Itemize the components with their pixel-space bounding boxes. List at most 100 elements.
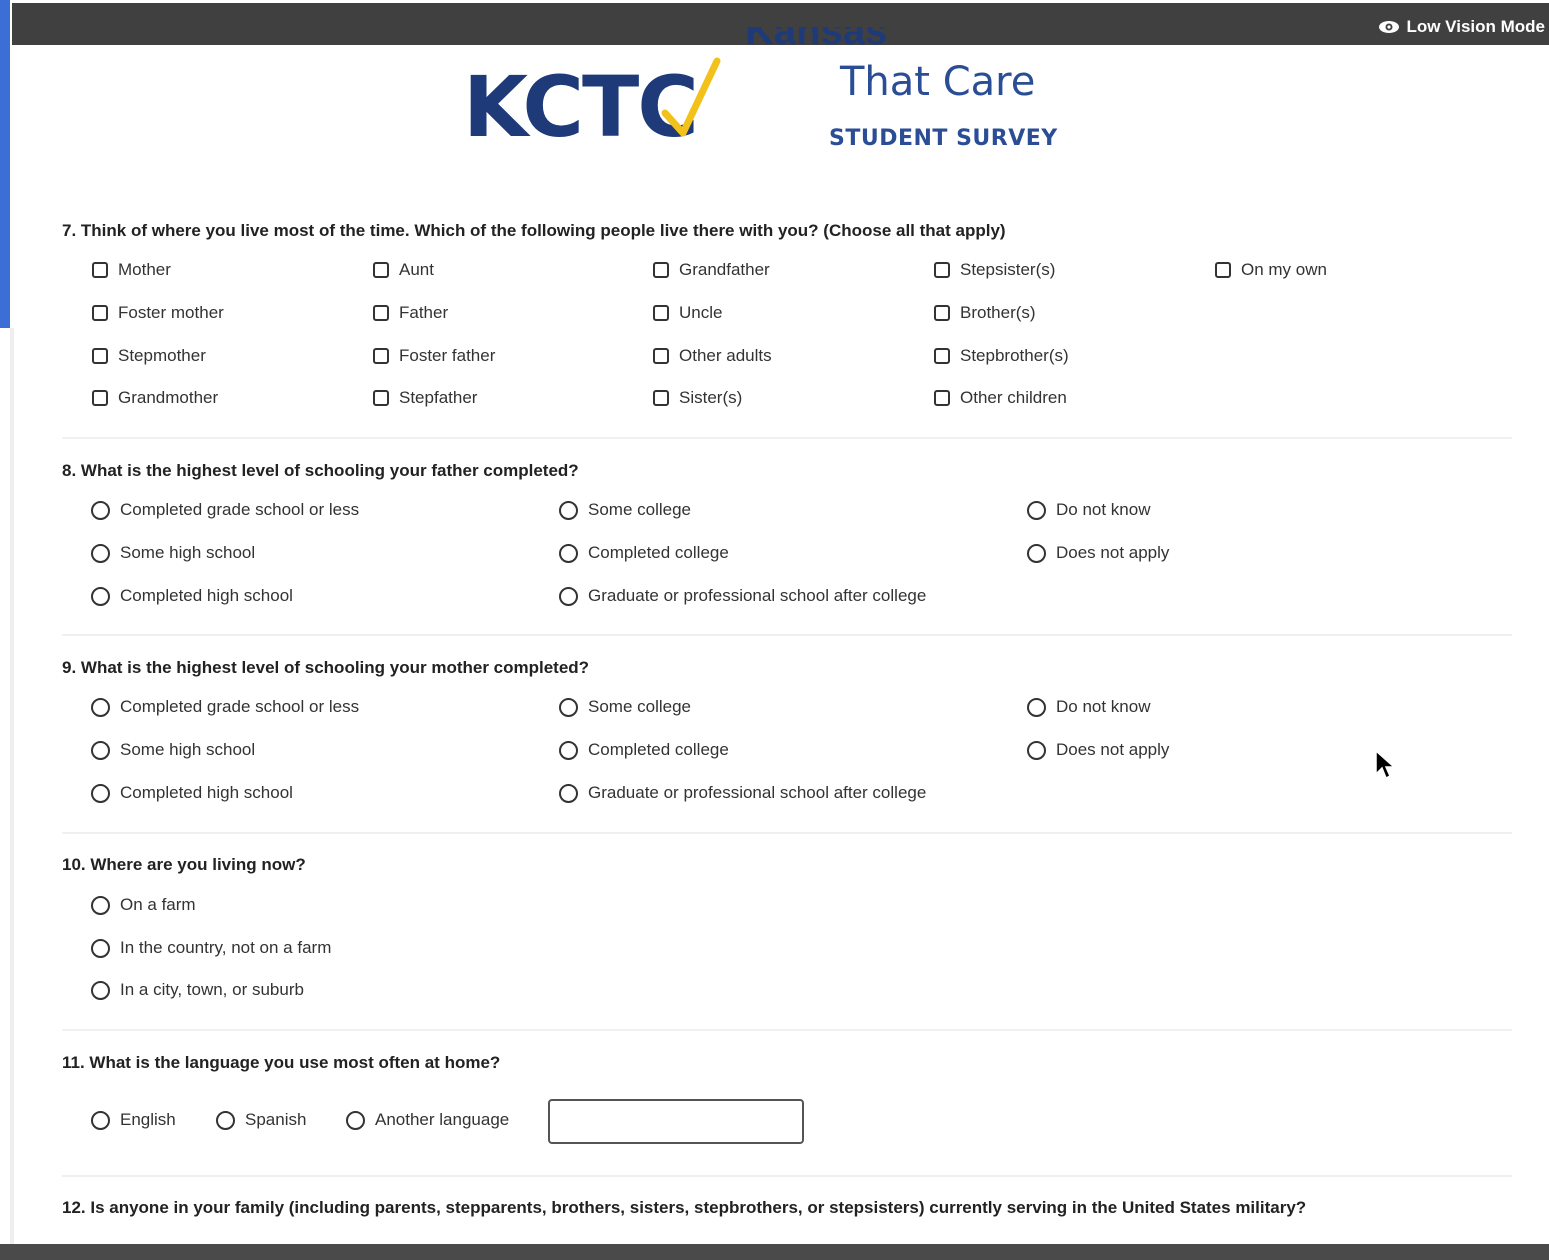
radio-button[interactable]: [91, 740, 110, 760]
checkbox[interactable]: [373, 390, 389, 406]
q12-title: 12. Is anyone in your family (including …: [62, 1198, 1307, 1217]
option-label: Other children: [960, 388, 1067, 407]
radio-button[interactable]: [91, 586, 110, 606]
divider: [62, 634, 1512, 636]
checkbox[interactable]: [373, 262, 389, 278]
left-rail: [10, 328, 14, 1260]
checkbox[interactable]: [373, 348, 389, 364]
q7-option-other-children[interactable]: Other children: [934, 388, 1067, 408]
checkbox[interactable]: [934, 348, 950, 364]
option-label: Does not apply: [1056, 740, 1170, 759]
q10-option-country[interactable]: In the country, not on a farm: [91, 938, 331, 958]
checkbox[interactable]: [653, 262, 669, 278]
checkbox[interactable]: [653, 305, 669, 321]
option-label: Do not know: [1056, 500, 1151, 519]
checkbox[interactable]: [934, 305, 950, 321]
q9-option-some-college[interactable]: Some college: [559, 697, 691, 717]
radio-button[interactable]: [91, 1110, 110, 1130]
q11-other-language-input[interactable]: [548, 1099, 804, 1144]
divider: [62, 1175, 1512, 1177]
q7-option-mother[interactable]: Mother: [92, 260, 171, 280]
radio-button[interactable]: [1027, 697, 1046, 717]
q8-option-does-not-apply[interactable]: Does not apply: [1027, 543, 1169, 563]
q7-option-brothers[interactable]: Brother(s): [934, 303, 1036, 323]
q7-option-stepsisters[interactable]: Stepsister(s): [934, 260, 1055, 280]
checkbox[interactable]: [1215, 262, 1231, 278]
radio-button[interactable]: [91, 938, 110, 958]
checkbox[interactable]: [92, 305, 108, 321]
option-label: Aunt: [399, 260, 434, 279]
q7-option-grandfather[interactable]: Grandfather: [653, 260, 770, 280]
q7-option-foster-mother[interactable]: Foster mother: [92, 303, 224, 323]
q9-option-completed-high-school[interactable]: Completed high school: [91, 783, 293, 803]
radio-button[interactable]: [559, 500, 578, 520]
radio-button[interactable]: [91, 500, 110, 520]
q11-option-english[interactable]: English: [91, 1110, 176, 1130]
low-vision-mode-button[interactable]: Low Vision Mode: [1378, 17, 1545, 37]
checkbox[interactable]: [934, 262, 950, 278]
q8-option-completed-high-school[interactable]: Completed high school: [91, 586, 293, 606]
radio-button[interactable]: [559, 543, 578, 563]
option-label: Some college: [588, 500, 692, 519]
radio-button[interactable]: [216, 1110, 235, 1130]
checkbox[interactable]: [373, 305, 389, 321]
q7-option-stepmother[interactable]: Stepmother: [92, 346, 206, 366]
q7-option-foster-father[interactable]: Foster father: [373, 346, 495, 366]
q9-option-some-high-school[interactable]: Some high school: [91, 740, 255, 760]
checkbox[interactable]: [653, 390, 669, 406]
checkbox[interactable]: [653, 348, 669, 364]
q7-option-stepfather[interactable]: Stepfather: [373, 388, 477, 408]
q7-option-uncle[interactable]: Uncle: [653, 303, 722, 323]
q9-option-completed-college[interactable]: Completed college: [559, 740, 729, 760]
radio-button[interactable]: [559, 783, 578, 803]
q7-option-grandmother[interactable]: Grandmother: [92, 388, 218, 408]
q8-option-some-high-school[interactable]: Some high school: [91, 543, 255, 563]
radio-button[interactable]: [559, 586, 578, 606]
q8-option-do-not-know[interactable]: Do not know: [1027, 500, 1151, 520]
option-label: Completed grade school or less: [120, 500, 360, 519]
radio-button[interactable]: [559, 740, 578, 760]
radio-button[interactable]: [346, 1110, 365, 1130]
q9-option-do-not-know[interactable]: Do not know: [1027, 697, 1151, 717]
q7-option-other-adults[interactable]: Other adults: [653, 346, 772, 366]
left-accent-bar: [0, 0, 10, 328]
q7-option-stepbrothers[interactable]: Stepbrother(s): [934, 346, 1069, 366]
q9-option-does-not-apply[interactable]: Does not apply: [1027, 740, 1169, 760]
q9-option-graduate-school[interactable]: Graduate or professional school after co…: [559, 783, 926, 803]
q7-option-aunt[interactable]: Aunt: [373, 260, 434, 280]
q8-option-some-college[interactable]: Some college: [559, 500, 691, 520]
radio-button[interactable]: [91, 980, 110, 1000]
radio-button[interactable]: [91, 783, 110, 803]
survey-page: Low Vision Mode Kansas Communities KCTC …: [0, 0, 1549, 1260]
radio-button[interactable]: [91, 543, 110, 563]
radio-button[interactable]: [1027, 500, 1046, 520]
q10-option-on-a-farm[interactable]: On a farm: [91, 895, 196, 915]
q8-option-grade-school[interactable]: Completed grade school or less: [91, 500, 359, 520]
option-label: English: [120, 1110, 176, 1129]
option-label: Another language: [375, 1110, 510, 1129]
checkbox[interactable]: [92, 390, 108, 406]
radio-button[interactable]: [1027, 543, 1046, 563]
q11-title: 11. What is the language you use most of…: [62, 1053, 501, 1072]
q7-option-sisters[interactable]: Sister(s): [653, 388, 742, 408]
low-vision-mode-label: Low Vision Mode: [1406, 17, 1545, 36]
q8-option-completed-college[interactable]: Completed college: [559, 543, 729, 563]
mouse-cursor-icon: [1375, 750, 1395, 780]
q9-option-grade-school[interactable]: Completed grade school or less: [91, 697, 359, 717]
checkbox[interactable]: [92, 262, 108, 278]
radio-button[interactable]: [559, 697, 578, 717]
checkbox[interactable]: [934, 390, 950, 406]
radio-button[interactable]: [1027, 740, 1046, 760]
q7-option-father[interactable]: Father: [373, 303, 448, 323]
q10-option-city[interactable]: In a city, town, or suburb: [91, 980, 304, 1000]
q7-option-on-my-own[interactable]: On my own: [1215, 260, 1327, 280]
radio-button[interactable]: [91, 697, 110, 717]
radio-button[interactable]: [91, 895, 110, 915]
option-label: Grandmother: [118, 388, 219, 407]
option-label: In the country, not on a farm: [120, 938, 332, 957]
checkbox[interactable]: [92, 348, 108, 364]
option-label: Graduate or professional school after co…: [588, 586, 927, 605]
q8-option-graduate-school[interactable]: Graduate or professional school after co…: [559, 586, 926, 606]
q11-option-another-language[interactable]: Another language: [346, 1110, 509, 1130]
q11-option-spanish[interactable]: Spanish: [216, 1110, 306, 1130]
